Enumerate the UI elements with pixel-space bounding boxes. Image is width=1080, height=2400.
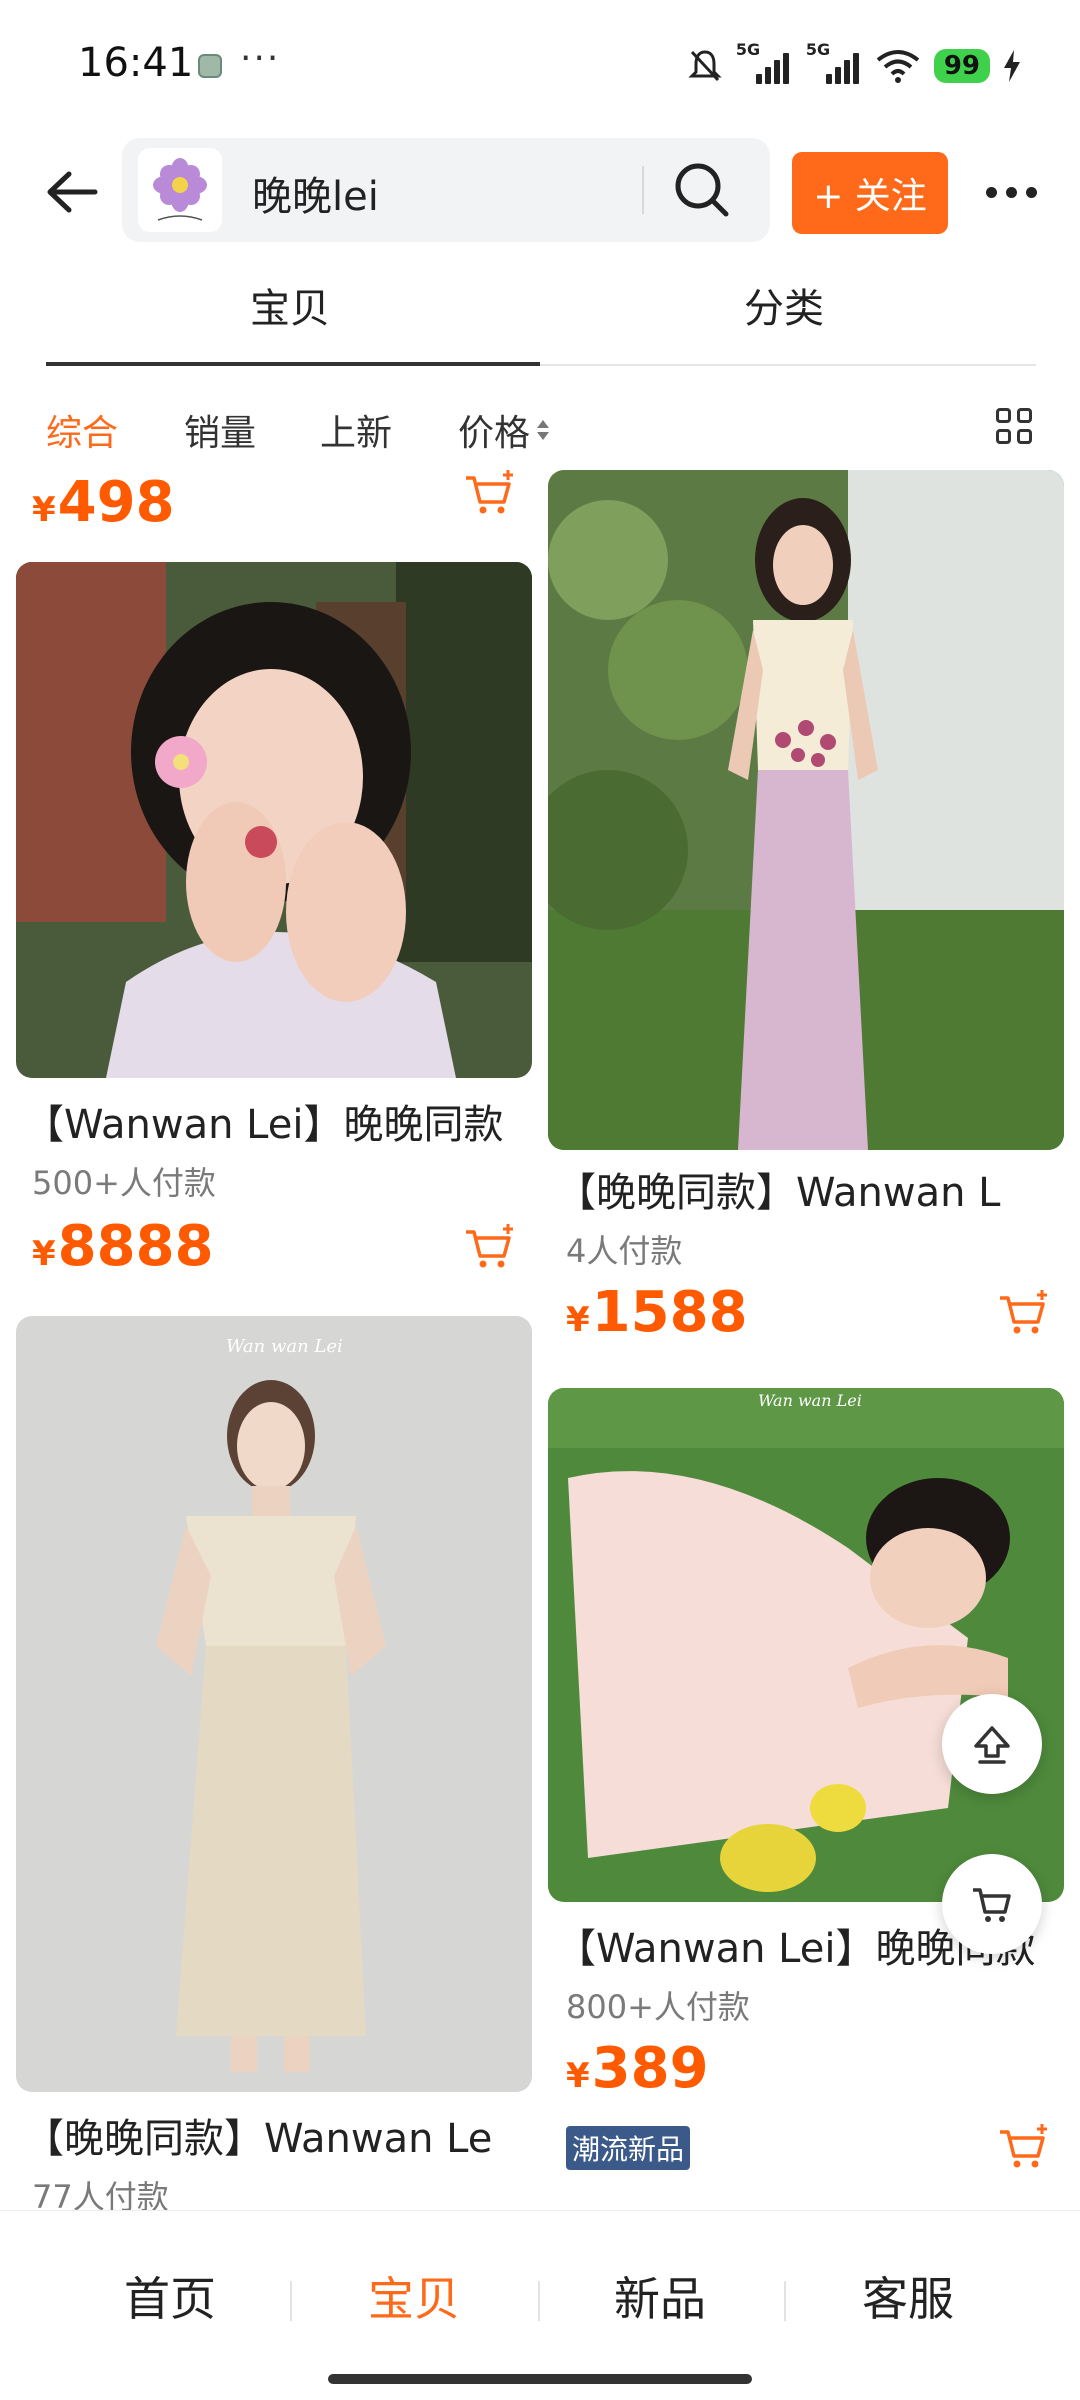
sort-price[interactable]: 价格 (458, 404, 530, 456)
nav-home[interactable]: 首页 (70, 2263, 270, 2329)
sort-overall[interactable]: 综合 (46, 404, 118, 456)
product-title[interactable]: 【晚晚同款】Wanwan L (556, 1160, 1064, 1218)
back-arrow-icon (47, 171, 98, 213)
status-time: 16:41 (78, 40, 194, 86)
more-options-button[interactable] (976, 160, 1046, 224)
currency-symbol: ¥ (32, 490, 56, 530)
product-image[interactable] (16, 562, 532, 1078)
currency-symbol: ¥ (32, 1234, 56, 1274)
add-to-cart-icon[interactable] (464, 1224, 516, 1272)
product-image[interactable]: Wan wan Lei (548, 1388, 1064, 1902)
sales-count: 800+人付款 (566, 1988, 750, 2026)
status-indicators: 5G 5G 99 (688, 40, 1020, 88)
dot-icon (1005, 186, 1017, 198)
product-image[interactable]: Wan wan Lei (16, 1316, 532, 2092)
product-photo-garden-dress (548, 470, 1064, 1150)
add-to-cart-icon[interactable] (464, 470, 516, 518)
active-tab-indicator (46, 362, 540, 366)
product-feed: ¥498 【Wanwan Lei】晚晚同款 500+人付款 ¥8888 Wan … (0, 470, 1080, 2210)
signal-1-icon: 5G (736, 40, 792, 86)
trend-new-badge: 潮流新品 (566, 2126, 691, 2170)
add-to-cart-icon[interactable] (998, 1290, 1050, 1338)
back-to-top-button[interactable] (942, 1694, 1042, 1794)
price: ¥1588 (566, 1280, 748, 1345)
product-photo-woman-flowers (16, 562, 532, 1078)
charging-icon (1004, 50, 1020, 82)
price: ¥498 (32, 470, 175, 535)
sort-new[interactable]: 上新 (320, 404, 392, 456)
price: ¥8888 (32, 1214, 214, 1279)
sales-count: 500+人付款 (32, 1164, 216, 1202)
svg-text:Wan wan Lei: Wan wan Lei (758, 1391, 862, 1410)
search-icon[interactable] (670, 158, 734, 222)
floating-cart-button[interactable] (942, 1854, 1042, 1954)
nav-separator (290, 2281, 292, 2321)
grid-view-toggle[interactable] (996, 408, 1032, 444)
currency-symbol: ¥ (566, 1300, 590, 1340)
app-notification-icon (198, 54, 222, 78)
back-to-top-icon (974, 1726, 1010, 1764)
svg-text:Wan wan Lei: Wan wan Lei (226, 1336, 343, 1357)
nav-new[interactable]: 新品 (560, 2263, 760, 2329)
sort-sales[interactable]: 销量 (184, 404, 256, 456)
product-title[interactable]: 【晚晚同款】Wanwan Le (24, 2106, 532, 2164)
bottom-nav: 首页 宝贝 新品 客服 (0, 2210, 1080, 2400)
nav-items[interactable]: 宝贝 (314, 2263, 514, 2329)
dot-icon (1025, 186, 1037, 198)
wifi-icon (876, 50, 920, 83)
nav-separator (538, 2281, 540, 2321)
mute-icon (688, 50, 722, 82)
search-input[interactable]: 晚晚lei (252, 164, 379, 222)
tab-items[interactable]: 宝贝 (250, 276, 330, 334)
battery-level: 99 (933, 49, 990, 83)
flower-logo-icon (153, 158, 207, 221)
product-image[interactable] (548, 470, 1064, 1150)
price: ¥389 (566, 2036, 709, 2101)
network-type-label: 5G (805, 40, 831, 59)
search-bar[interactable]: 晚晚lei (122, 138, 770, 242)
tab-category[interactable]: 分类 (744, 276, 824, 334)
more-notifications-icon: ··· (240, 38, 281, 79)
add-to-cart-icon[interactable] (998, 2124, 1050, 2172)
back-button[interactable] (40, 160, 104, 224)
product-title[interactable]: 【Wanwan Lei】晚晚同款 (24, 1092, 532, 1150)
price-value: 498 (57, 470, 175, 535)
status-bar: 16:41 ··· 5G 5G 99 (0, 0, 1080, 130)
search-divider (642, 166, 644, 214)
signal-2-icon: 5G (806, 40, 862, 86)
network-type-label: 5G (735, 40, 761, 59)
cart-icon (973, 1888, 1011, 1922)
price-value: 389 (591, 2036, 709, 2101)
dot-icon (985, 186, 997, 198)
nav-customer-service[interactable]: 客服 (808, 2263, 1008, 2329)
store-logo[interactable] (138, 148, 222, 232)
product-photo-cream-dress: Wan wan Lei (16, 1316, 532, 2092)
home-indicator[interactable] (328, 2374, 752, 2384)
follow-button[interactable]: + 关注 (792, 152, 948, 234)
currency-symbol: ¥ (566, 2056, 590, 2096)
sort-arrows-icon[interactable] (536, 416, 550, 444)
product-photo-lying-on-grass: Wan wan Lei (548, 1388, 1064, 1902)
price-value: 1588 (591, 1280, 748, 1345)
sales-count: 77人付款 (32, 2178, 169, 2210)
sales-count: 4人付款 (566, 1232, 683, 1270)
nav-separator (784, 2281, 786, 2321)
price-value: 8888 (57, 1214, 214, 1279)
